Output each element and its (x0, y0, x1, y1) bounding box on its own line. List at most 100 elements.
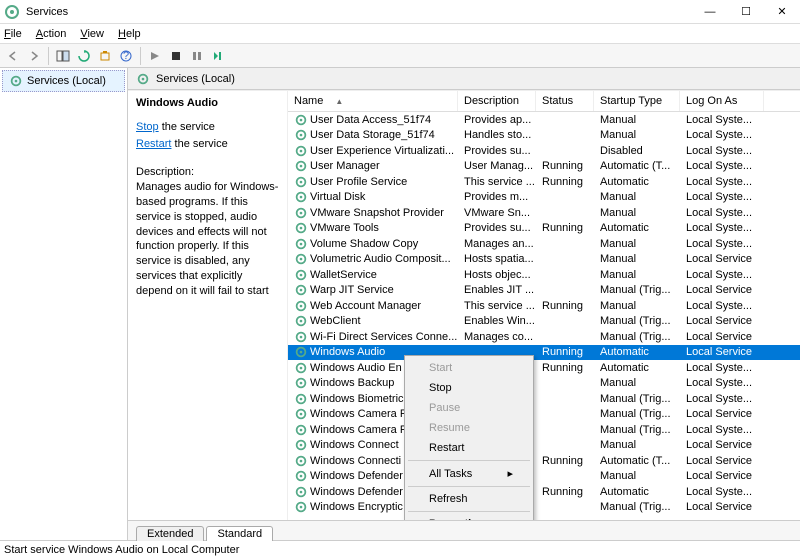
service-row[interactable]: Windows BackupManualLocal Syste... (288, 376, 800, 392)
ctx-properties[interactable]: Properties (407, 514, 531, 520)
service-name: Windows Defender (310, 470, 403, 482)
forward-button[interactable] (25, 47, 43, 65)
header-name[interactable]: Name▲ (288, 91, 458, 111)
header-logon-as[interactable]: Log On As (680, 91, 764, 111)
tab-extended[interactable]: Extended (136, 526, 204, 541)
restart-service-button[interactable] (209, 47, 227, 65)
minimize-button[interactable]: — (692, 0, 728, 24)
service-row[interactable]: Volumetric Audio Composit...Hosts spatia… (288, 252, 800, 268)
show-hide-button[interactable] (54, 47, 72, 65)
service-status: Running (542, 176, 583, 188)
header-description[interactable]: Description (458, 91, 536, 111)
service-name: Virtual Disk (310, 191, 365, 203)
service-row[interactable]: User Data Storage_51f74Handles sto...Man… (288, 128, 800, 144)
service-name: Web Account Manager (310, 300, 421, 312)
gear-icon (294, 113, 308, 127)
service-status: Running (542, 346, 583, 358)
status-bar: Start service Windows Audio on Local Com… (0, 540, 800, 558)
gear-icon (294, 268, 308, 282)
service-logon: Local Syste... (686, 269, 752, 281)
tab-standard[interactable]: Standard (206, 526, 273, 541)
menu-view[interactable]: View (80, 28, 104, 40)
refresh-button[interactable] (75, 47, 93, 65)
gear-icon (294, 438, 308, 452)
gear-icon (294, 159, 308, 173)
service-logon: Local Service (686, 253, 752, 265)
tree-node-services-local[interactable]: Services (Local) (2, 70, 125, 92)
service-row[interactable]: Windows AudioRunningAutomaticLocal Servi… (288, 345, 800, 361)
toolbar: ? (0, 44, 800, 68)
service-name: Warp JIT Service (310, 284, 394, 296)
stop-service-button[interactable] (167, 47, 185, 65)
service-startup: Automatic (600, 362, 649, 374)
service-status: Running (542, 455, 583, 467)
service-startup: Automatic (600, 176, 649, 188)
service-row[interactable]: VMware ToolsProvides su...RunningAutomat… (288, 221, 800, 237)
service-status: Running (542, 222, 583, 234)
help-button[interactable]: ? (117, 47, 135, 65)
service-row[interactable]: Web Account ManagerThis service ...Runni… (288, 298, 800, 314)
menu-file[interactable]: File (4, 28, 22, 40)
service-row[interactable]: Windows Camera FManual (Trig...Local Ser… (288, 407, 800, 423)
ctx-alltasks[interactable]: All Tasks▸ (407, 463, 531, 484)
service-desc: Enables JIT ... (464, 284, 534, 296)
service-name: Windows Camera F (310, 424, 407, 436)
export-button[interactable] (96, 47, 114, 65)
gear-icon (294, 345, 308, 359)
pause-service-button[interactable] (188, 47, 206, 65)
service-name: User Data Access_51f74 (310, 114, 431, 126)
service-row[interactable]: Windows DefenderManualLocal Service (288, 469, 800, 485)
view-tabs: Extended Standard (128, 520, 800, 540)
service-logon: Local Syste... (686, 129, 752, 141)
service-startup: Disabled (600, 145, 643, 157)
service-row[interactable]: Windows ConnectiRunningAutomatic (T...Lo… (288, 453, 800, 469)
service-startup: Manual (600, 253, 636, 265)
service-row[interactable]: VMware Snapshot ProviderVMware Sn...Manu… (288, 205, 800, 221)
ctx-restart[interactable]: Restart (407, 438, 531, 458)
header-startup-type[interactable]: Startup Type (594, 91, 680, 111)
service-row[interactable]: User ManagerUser Manag...RunningAutomati… (288, 159, 800, 175)
gear-icon (294, 392, 308, 406)
service-row[interactable]: User Data Access_51f74Provides ap...Manu… (288, 112, 800, 128)
service-row[interactable]: Windows Audio EnRunningAutomaticLocal Sy… (288, 360, 800, 376)
start-service-button[interactable] (146, 47, 164, 65)
service-logon: Local Syste... (686, 191, 752, 203)
stop-link[interactable]: Stop (136, 121, 159, 133)
service-row[interactable]: Windows ConnectManualLocal Service (288, 438, 800, 454)
services-list: Name▲ Description Status Startup Type Lo… (288, 91, 800, 520)
service-status: Running (542, 160, 583, 172)
ctx-stop[interactable]: Stop (407, 378, 531, 398)
service-row[interactable]: Windows BiometricManual (Trig...Local Sy… (288, 391, 800, 407)
service-row[interactable]: User Experience Virtualizati...Provides … (288, 143, 800, 159)
ctx-refresh[interactable]: Refresh (407, 489, 531, 509)
service-startup: Manual (600, 238, 636, 250)
service-desc: This service ... (464, 176, 535, 188)
service-startup: Automatic (T... (600, 455, 670, 467)
service-row[interactable]: Windows DefenderRunningAutomaticLocal Sy… (288, 484, 800, 500)
restart-link[interactable]: Restart (136, 138, 171, 150)
maximize-button[interactable]: ☐ (728, 0, 764, 24)
service-row[interactable]: WalletServiceHosts objec...ManualLocal S… (288, 267, 800, 283)
service-row[interactable]: Virtual DiskProvides m...ManualLocal Sys… (288, 190, 800, 206)
gear-icon (294, 299, 308, 313)
service-row[interactable]: Windows EncrypticManual (Trig...Local Se… (288, 500, 800, 516)
menu-help[interactable]: Help (118, 28, 141, 40)
service-row[interactable]: WebClientEnables Win...Manual (Trig...Lo… (288, 314, 800, 330)
service-name: Windows Encryptic (310, 501, 403, 513)
service-logon: Local Syste... (686, 300, 752, 312)
description-text: Manages audio for Windows-based programs… (136, 180, 279, 299)
gear-icon (294, 128, 308, 142)
service-startup: Manual (600, 439, 636, 451)
service-row[interactable]: Warp JIT ServiceEnables JIT ...Manual (T… (288, 283, 800, 299)
back-button[interactable] (4, 47, 22, 65)
close-button[interactable]: ✕ (764, 0, 800, 24)
service-desc: Provides su... (464, 145, 531, 157)
header-status[interactable]: Status (536, 91, 594, 111)
menu-action[interactable]: Action (36, 28, 67, 40)
titlebar: Services — ☐ ✕ (0, 0, 800, 24)
service-row[interactable]: Volume Shadow CopyManages an...ManualLoc… (288, 236, 800, 252)
service-row[interactable]: Wi-Fi Direct Services Conne...Manages co… (288, 329, 800, 345)
service-row[interactable]: User Profile ServiceThis service ...Runn… (288, 174, 800, 190)
service-row[interactable]: Windows Camera FManual (Trig...Local Sys… (288, 422, 800, 438)
service-startup: Manual (Trig... (600, 315, 671, 327)
